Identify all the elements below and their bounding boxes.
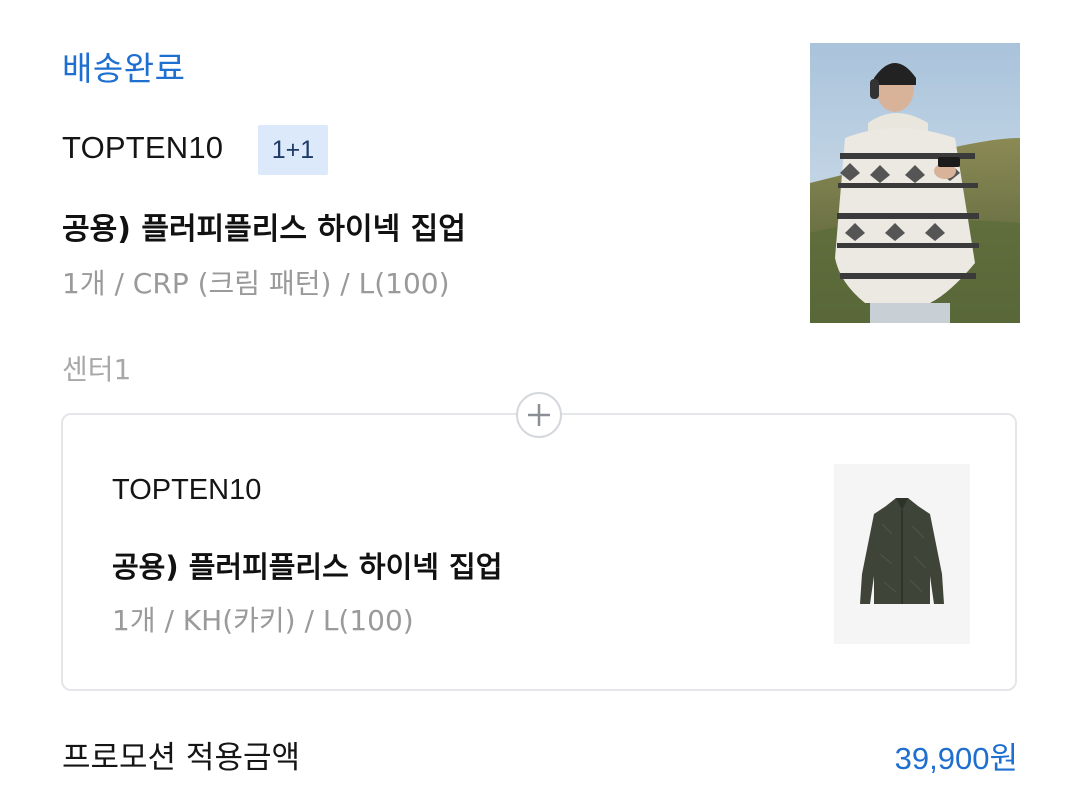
bundle-product-image[interactable] [834, 464, 970, 644]
product-name[interactable]: 공용) 플러피플리스 하이넥 집업 [62, 204, 466, 248]
promo-badge: 1+1 [258, 125, 328, 175]
promotion-label: 프로모션 적용금액 [62, 740, 301, 776]
plus-icon [516, 392, 562, 438]
product-image[interactable] [810, 43, 1020, 323]
fulfillment-center: 센터1 [62, 353, 132, 386]
bundle-product-name[interactable]: 공용) 플러피플리스 하이넥 집업 [112, 544, 502, 586]
bundle-product-options: 1개 / KH(카키) / L(100) [112, 604, 414, 637]
product-options: 1개 / CRP (크림 패턴) / L(100) [62, 267, 450, 300]
promotion-amount: 39,900원 [894, 741, 1018, 776]
brand-name: TOPTEN10 [62, 130, 224, 165]
jacket-photo-icon [834, 464, 970, 644]
delivery-status: 배송완료 [62, 49, 186, 88]
model-photo-icon [810, 43, 1020, 323]
bundle-brand-name: TOPTEN10 [112, 474, 262, 506]
